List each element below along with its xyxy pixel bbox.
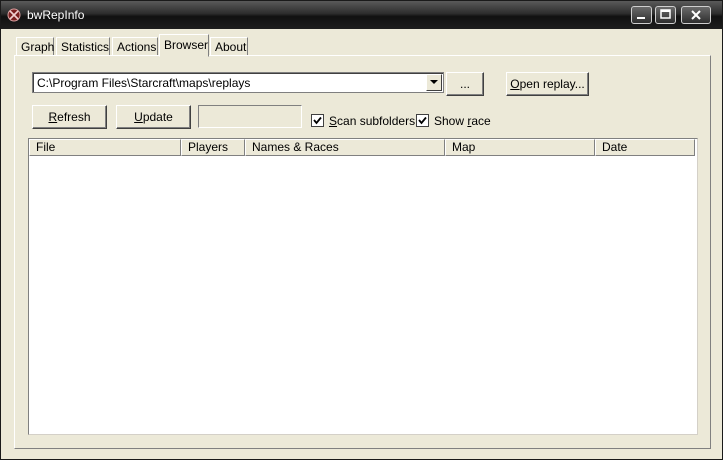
scan-subfolders-accel: S	[329, 114, 338, 128]
chevron-down-icon	[430, 80, 438, 84]
show-race-text: ace	[471, 114, 491, 128]
tab-statistics[interactable]: Statistics	[56, 37, 110, 55]
column-header-date[interactable]: Date	[595, 139, 695, 156]
tab-browser[interactable]: Browser	[159, 34, 209, 57]
browser-panel: C:\Program Files\Starcraft\maps\replays …	[14, 55, 711, 449]
scan-subfolders-box[interactable]	[311, 114, 324, 127]
column-header-players[interactable]: Players	[181, 139, 245, 156]
status-box	[198, 105, 302, 128]
column-header-file[interactable]: File	[29, 139, 181, 156]
title-bar[interactable]: bwRepInfo	[1, 1, 722, 29]
maximize-button[interactable]	[655, 6, 676, 24]
tab-graph[interactable]: Graph	[16, 37, 54, 55]
update-button[interactable]: Update	[116, 105, 191, 129]
replay-path-value: C:\Program Files\Starcraft\maps\replays	[37, 76, 251, 90]
app-icon[interactable]	[7, 8, 21, 22]
scan-subfolders-text: can subfolders	[337, 114, 416, 128]
open-replay-label: pen replay...	[519, 77, 585, 91]
open-replay-accel: O	[510, 77, 520, 91]
checkmark-icon	[313, 116, 322, 125]
browse-folder-button[interactable]: ...	[446, 72, 484, 96]
close-button[interactable]	[681, 6, 711, 24]
refresh-accel: R	[48, 110, 58, 124]
tab-actions[interactable]: Actions	[112, 37, 158, 55]
column-header-map[interactable]: Map	[445, 139, 595, 156]
open-replay-button[interactable]: Open replay...	[506, 72, 589, 96]
list-header: File Players Names & Races Map Date	[29, 139, 697, 156]
window-title: bwRepInfo	[27, 8, 85, 22]
checkmark-icon	[418, 116, 427, 125]
refresh-button[interactable]: Refresh	[32, 105, 107, 129]
replay-list[interactable]: File Players Names & Races Map Date	[28, 138, 698, 435]
client-area: Graph Statistics Actions Browser About C…	[4, 29, 719, 456]
show-race-pre: Show	[434, 114, 468, 128]
scan-subfolders-label: Scan subfolders	[329, 114, 415, 128]
app-window: bwRepInfo Graph Statistics Actions Brows…	[0, 0, 723, 460]
refresh-label: efresh	[57, 110, 91, 124]
show-race-box[interactable]	[416, 114, 429, 127]
minimize-button[interactable]	[631, 6, 652, 24]
replay-path-combo[interactable]: C:\Program Files\Starcraft\maps\replays	[32, 72, 444, 93]
show-race-label: Show race	[434, 114, 491, 128]
update-accel: U	[134, 110, 143, 124]
column-header-names-races[interactable]: Names & Races	[245, 139, 445, 156]
tab-about[interactable]: About	[210, 37, 248, 55]
combo-dropdown-button[interactable]	[426, 74, 442, 91]
update-label: pdate	[142, 110, 173, 124]
